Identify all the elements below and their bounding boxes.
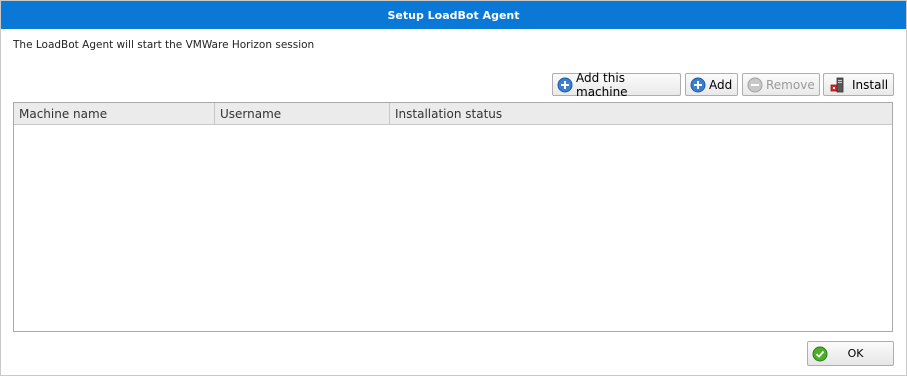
column-header-username[interactable]: Username (215, 103, 390, 124)
add-this-machine-button[interactable]: Add this machine (552, 70, 681, 99)
add-label: Add (709, 77, 733, 92)
ok-button[interactable]: OK (807, 341, 894, 366)
install-button[interactable]: Install (823, 73, 894, 96)
grid-header: Machine name Username Installation statu… (14, 103, 892, 125)
check-circle-icon (812, 346, 828, 362)
add-circle-icon (690, 77, 706, 93)
install-machine-icon (830, 77, 846, 93)
ok-label: OK (847, 347, 864, 360)
dialog-title: Setup LoadBot Agent (1, 1, 906, 29)
machine-grid[interactable]: Machine name Username Installation statu… (13, 102, 893, 332)
remove-button[interactable]: Remove (742, 73, 820, 96)
add-button[interactable]: Add (685, 73, 738, 96)
remove-label: Remove (766, 77, 815, 92)
add-this-machine-label: Add this machine (576, 70, 628, 99)
column-header-machine-name[interactable]: Machine name (14, 103, 215, 124)
setup-dialog: Setup LoadBot Agent The LoadBot Agent wi… (0, 0, 907, 376)
install-label: Install (852, 77, 889, 92)
column-header-installation-status[interactable]: Installation status (390, 103, 892, 124)
add-circle-icon (557, 77, 573, 93)
grid-body (14, 125, 892, 332)
description-text: The LoadBot Agent will start the VMWare … (13, 39, 315, 51)
remove-circle-icon (747, 77, 763, 93)
